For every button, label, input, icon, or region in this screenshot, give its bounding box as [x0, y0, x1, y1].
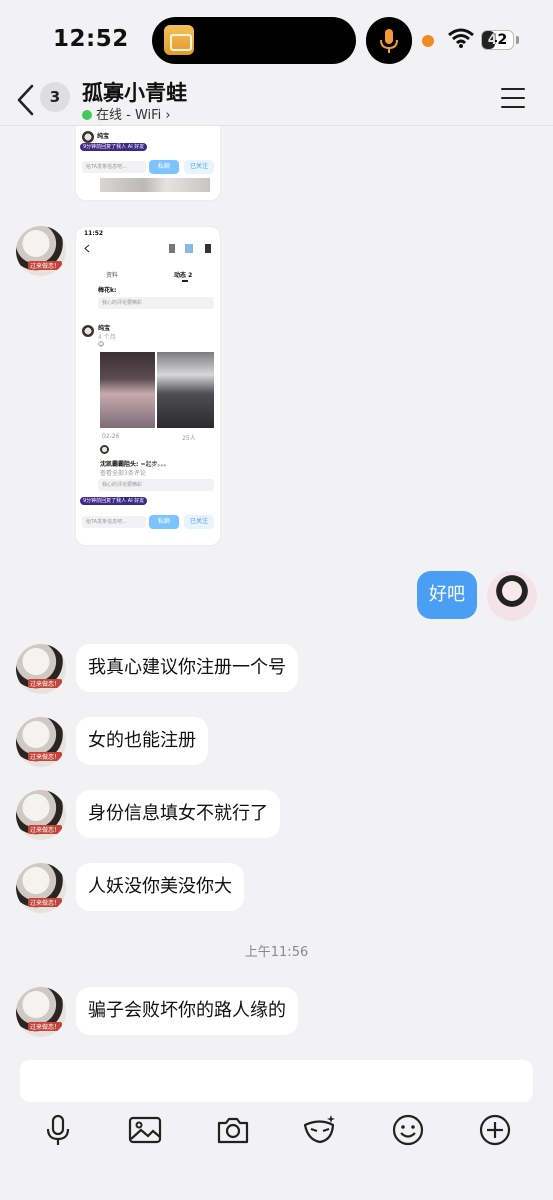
mini-photo-strip — [100, 178, 210, 192]
mini-photo-left — [100, 352, 155, 428]
privacy-dot-icon — [422, 35, 434, 47]
mini-follow-button: 已关注 — [184, 515, 214, 529]
mini-chat-button: 私聊 — [149, 160, 179, 174]
app-activity-icon — [164, 25, 194, 55]
contact-message-bubble[interactable]: 骗子会败坏你的路人缘的 — [76, 987, 298, 1035]
composer — [0, 1050, 553, 1200]
contact-message-bubble[interactable]: 人妖没你美没你大 — [76, 863, 244, 911]
mini-message-input: 给TA发条信息吧... — [82, 161, 146, 173]
mini-post-meta: 4 个月 — [98, 334, 116, 341]
mini-avatar — [82, 131, 94, 143]
mini-comment-box: 我心的评论要精彩 — [98, 479, 214, 491]
mini-emoji: 😊 — [98, 341, 105, 348]
status-bar: 12:52 42 — [0, 0, 553, 80]
mini-chat-button: 私聊 — [149, 515, 179, 529]
mini-comment-user: 沈凯霸霸阻头: ≈起步。。。 — [100, 461, 170, 468]
mini-tab-profile: 资料 — [106, 272, 119, 279]
contact-message-bubble[interactable]: 身份信息填女不就行了 — [76, 790, 280, 838]
mini-status-time: 11:52 — [84, 230, 104, 237]
message-input[interactable] — [20, 1060, 533, 1102]
battery-icon: 42 — [481, 30, 514, 50]
status-time: 12:52 — [53, 26, 129, 52]
message-timestamp: 上午11:56 — [244, 945, 309, 960]
mini-photo-right — [157, 352, 214, 428]
mini-follow-button: 已关注 — [184, 160, 214, 174]
shared-screenshot-message[interactable]: 11:52 资料 动态 2 梅花k: 我心的评论要精彩 纯宝 4 个月 😊 02… — [76, 227, 220, 545]
my-message-bubble[interactable]: 好吧 — [417, 571, 477, 619]
mini-tab-underline — [182, 280, 188, 282]
battery-nub — [516, 36, 519, 44]
mini-post-stats: 25人 — [182, 435, 196, 442]
online-dot-icon — [82, 110, 92, 120]
chat-header: 3 孤寡小青蛙 在线 - WiFi › — [0, 80, 553, 125]
mini-liker-avatar — [100, 445, 109, 454]
camera-icon[interactable] — [215, 1112, 251, 1148]
presence-text: 在线 - WiFi — [96, 108, 162, 123]
mask-sparkle-icon[interactable] — [302, 1112, 338, 1148]
contact-avatar[interactable]: 过来做恋！ — [16, 717, 66, 767]
mini-username: 纯宝 — [97, 133, 110, 140]
shared-screenshot-message[interactable]: 纯宝 9分钟前回复了我人 AI 好友 给TA发条信息吧... 私聊 已关注 — [76, 126, 220, 200]
emoji-icon[interactable] — [390, 1112, 426, 1148]
mini-post-date: 02-26 — [102, 433, 120, 440]
mini-comment-box: 我心的评论要精彩 — [98, 297, 214, 309]
mini-tab-moments: 动态 2 — [174, 272, 193, 279]
mini-ai-pill: 9分钟前回复了我人 AI 好友 — [80, 143, 148, 151]
presence-chevron-icon: › — [165, 108, 171, 123]
message-list[interactable]: 纯宝 9分钟前回复了我人 AI 好友 给TA发条信息吧... 私聊 已关注 过来… — [0, 126, 553, 1050]
contact-message-bubble[interactable]: 我真心建议你注册一个号 — [76, 644, 298, 692]
contact-avatar[interactable]: 过来做恋！ — [16, 790, 66, 840]
dynamic-island[interactable] — [152, 17, 356, 64]
mini-post-user: 纯宝 — [98, 325, 111, 332]
mini-first-post-user: 梅花k: — [98, 287, 117, 294]
my-avatar[interactable] — [487, 571, 537, 621]
unread-count-badge[interactable]: 3 — [40, 82, 70, 112]
presence-status[interactable]: 在线 - WiFi › — [82, 104, 171, 123]
mini-message-input: 给TA发条信息吧... — [82, 516, 146, 528]
mini-toolbar-icons — [169, 244, 213, 253]
contact-avatar[interactable]: 过来做恋！ — [16, 987, 66, 1037]
plus-icon[interactable] — [477, 1112, 513, 1148]
image-icon[interactable] — [127, 1112, 163, 1148]
mini-ai-pill: 9分钟前回复了我人 AI 好友 — [80, 497, 148, 505]
mini-avatar — [82, 325, 94, 337]
back-chevron-icon[interactable] — [14, 82, 36, 118]
wifi-icon — [448, 28, 474, 48]
contact-avatar[interactable]: 过来做恋！ — [16, 863, 66, 913]
contact-avatar[interactable]: 过来做恋！ — [16, 644, 66, 694]
microphone-indicator-icon — [380, 29, 398, 53]
microphone-icon[interactable] — [40, 1112, 76, 1148]
mini-view-all-comments: 查看全部3条评论 — [100, 470, 146, 477]
mini-back-icon — [84, 244, 90, 253]
mic-in-use-indicator — [366, 17, 412, 64]
battery-percent: 42 — [487, 32, 508, 48]
contact-avatar[interactable]: 过来做恋！ — [16, 226, 66, 276]
menu-icon[interactable] — [501, 88, 525, 108]
contact-message-bubble[interactable]: 女的也能注册 — [76, 717, 208, 765]
chat-title[interactable]: 孤寡小青蛙 — [82, 77, 187, 107]
